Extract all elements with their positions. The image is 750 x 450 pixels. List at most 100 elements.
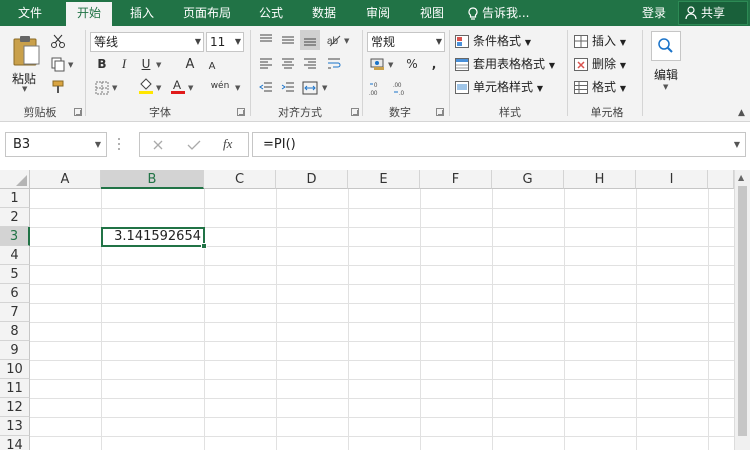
row-header-11[interactable]: 11 [0, 379, 30, 398]
align-bottom-icon[interactable] [300, 30, 320, 50]
row-header-1[interactable]: 1 [0, 189, 30, 208]
row-header-14[interactable]: 14 [0, 436, 30, 450]
decrease-decimal-icon[interactable]: .00.0 [392, 78, 412, 98]
phonetic-icon[interactable]: wén [210, 76, 230, 96]
underline-dropdown-icon[interactable]: ▼ [156, 61, 161, 69]
cell-styles-button[interactable]: 单元格样式 ▼ [455, 77, 543, 97]
font-size-select[interactable]: 11 ▼ [206, 32, 244, 52]
column-header-g[interactable]: G [492, 170, 564, 189]
row-header-13[interactable]: 13 [0, 417, 30, 436]
italic-button[interactable]: I [114, 54, 134, 74]
align-right-icon[interactable] [300, 54, 320, 74]
row-header-12[interactable]: 12 [0, 398, 30, 417]
share-button[interactable]: 共享 [678, 1, 748, 25]
column-header-partial[interactable] [708, 170, 734, 189]
phonetic-dropdown-icon[interactable]: ▼ [235, 84, 240, 92]
fill-color-dropdown-icon[interactable]: ▼ [156, 84, 161, 92]
tab-page-layout[interactable]: 页面布局 [172, 0, 242, 26]
tab-review[interactable]: 审阅 [356, 0, 400, 26]
format-as-table-button[interactable]: 套用表格格式 ▼ [455, 54, 555, 74]
row-header-6[interactable]: 6 [0, 284, 30, 303]
column-header-e[interactable]: E [348, 170, 420, 189]
tab-insert[interactable]: 插入 [120, 0, 164, 26]
align-middle-icon[interactable] [278, 30, 298, 50]
worksheet-grid[interactable]: A B C D E F G H I 1 2 3 4 5 6 7 8 9 10 1… [0, 170, 750, 450]
row-header-10[interactable]: 10 [0, 360, 30, 379]
column-header-c[interactable]: C [204, 170, 276, 189]
font-color-dropdown-icon[interactable]: ▼ [188, 84, 193, 92]
formula-input[interactable]: =PI() ▼ [252, 132, 746, 157]
row-header-7[interactable]: 7 [0, 303, 30, 322]
decrease-indent-icon[interactable] [256, 78, 276, 98]
tell-me-box[interactable]: 告诉我... [468, 0, 529, 26]
insert-cells-button[interactable]: 插入 ▼ [574, 31, 626, 51]
fill-handle[interactable] [201, 243, 207, 249]
number-format-select[interactable]: 常规 ▼ [367, 32, 445, 52]
align-top-icon[interactable] [256, 30, 276, 50]
wrap-text-icon[interactable] [324, 54, 344, 74]
column-header-i[interactable]: I [636, 170, 708, 189]
copy-dropdown-icon[interactable]: ▼ [68, 61, 73, 69]
font-name-select[interactable]: 等线 ▼ [90, 32, 204, 52]
format-painter-icon[interactable] [48, 77, 68, 97]
clipboard-launcher-icon[interactable] [74, 108, 82, 116]
border-dropdown-icon[interactable]: ▼ [112, 84, 117, 92]
row-header-2[interactable]: 2 [0, 208, 30, 227]
collapse-ribbon-icon[interactable]: ▲ [738, 108, 745, 118]
percent-button[interactable]: % [402, 54, 422, 74]
row-header-9[interactable]: 9 [0, 341, 30, 360]
tab-file[interactable]: 文件 [4, 0, 56, 26]
bold-button[interactable]: B [92, 54, 112, 74]
increase-decimal-icon[interactable]: 0.00 [368, 78, 388, 98]
align-left-icon[interactable] [256, 54, 276, 74]
font-color-icon[interactable]: A [168, 76, 188, 96]
enter-check-icon[interactable] [187, 139, 201, 151]
conditional-formatting-button[interactable]: 条件格式 ▼ [455, 31, 531, 51]
format-cells-button[interactable]: 格式 ▼ [574, 77, 626, 97]
vertical-scrollbar[interactable]: ▲ [734, 170, 750, 450]
row-header-3[interactable]: 3 [0, 227, 30, 246]
cut-icon[interactable] [48, 31, 68, 51]
border-icon[interactable] [92, 78, 112, 98]
paste-button[interactable]: 粘贴 ▼ [10, 32, 44, 96]
scroll-up-icon[interactable]: ▲ [738, 173, 744, 182]
font-launcher-icon[interactable] [237, 108, 245, 116]
formula-bar-grip[interactable] [117, 137, 121, 151]
orientation-icon[interactable]: ab [324, 30, 344, 50]
tab-data[interactable]: 数据 [302, 0, 346, 26]
alignment-launcher-icon[interactable] [351, 108, 359, 116]
insert-function-icon[interactable]: fx [223, 136, 232, 152]
number-launcher-icon[interactable] [436, 108, 444, 116]
fill-color-icon[interactable] [136, 76, 156, 96]
scrollbar-thumb[interactable] [738, 186, 747, 436]
column-header-b[interactable]: B [101, 170, 204, 189]
row-header-8[interactable]: 8 [0, 322, 30, 341]
column-header-h[interactable]: H [564, 170, 636, 189]
row-header-4[interactable]: 4 [0, 246, 30, 265]
active-cell-b3[interactable]: 3.141592654 [101, 227, 207, 249]
name-box[interactable]: B3 ▼ [5, 132, 107, 157]
underline-button[interactable]: U [136, 54, 156, 74]
accounting-format-icon[interactable] [368, 54, 388, 74]
align-center-icon[interactable] [278, 54, 298, 74]
increase-indent-icon[interactable] [278, 78, 298, 98]
expand-formula-icon[interactable]: ▼ [734, 133, 740, 156]
select-all-button[interactable] [0, 170, 30, 189]
tab-home[interactable]: 开始 [66, 2, 112, 26]
column-header-a[interactable]: A [30, 170, 101, 189]
cancel-icon[interactable] [152, 139, 164, 151]
tab-formulas[interactable]: 公式 [250, 0, 292, 26]
merge-dropdown-icon[interactable]: ▼ [322, 84, 327, 92]
tab-view[interactable]: 视图 [410, 0, 454, 26]
delete-cells-button[interactable]: 删除 ▼ [574, 54, 626, 74]
comma-style-button[interactable]: , [424, 54, 444, 74]
accounting-dropdown-icon[interactable]: ▼ [388, 61, 393, 69]
orientation-dropdown-icon[interactable]: ▼ [344, 37, 349, 45]
column-header-d[interactable]: D [276, 170, 348, 189]
column-header-f[interactable]: F [420, 170, 492, 189]
increase-font-button[interactable]: A [180, 54, 200, 74]
login-link[interactable]: 登录 [642, 0, 666, 26]
editing-button[interactable]: 编辑 ▼ [650, 31, 682, 95]
decrease-font-button[interactable]: A [202, 56, 222, 76]
merge-center-icon[interactable] [300, 78, 320, 98]
